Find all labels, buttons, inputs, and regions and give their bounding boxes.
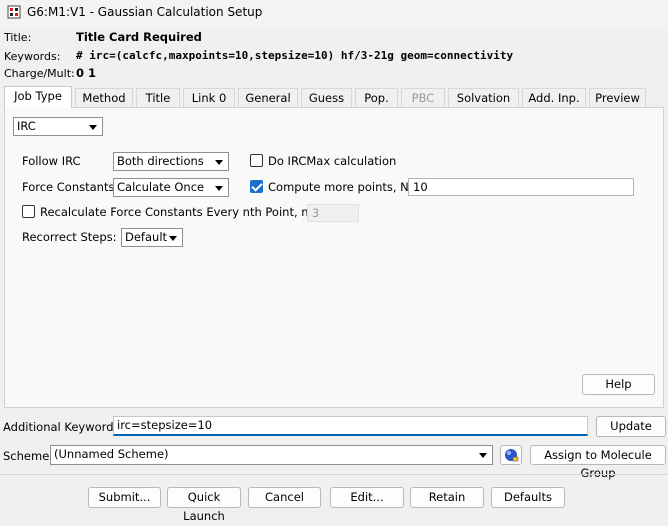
edit-button[interactable]: Edit... (330, 487, 404, 508)
tab-pop[interactable]: Pop. (355, 88, 398, 107)
charge-mult-value[interactable]: 0 1 (76, 66, 96, 80)
tab-preview[interactable]: Preview (589, 88, 646, 107)
ircmax-label: Do IRCMax calculation (268, 154, 397, 168)
recorrect-steps-select[interactable]: Default (121, 228, 183, 247)
title-value[interactable]: Title Card Required (76, 30, 202, 44)
force-constants-label: Force Constants (22, 180, 115, 194)
tab-method[interactable]: Method (75, 88, 133, 107)
follow-irc-select[interactable]: Both directions (113, 152, 229, 171)
force-constants-value: Calculate Once (117, 180, 205, 194)
chevron-down-icon (89, 125, 97, 130)
tab-general[interactable]: General (238, 88, 298, 107)
compute-more-points-label: Compute more points, N= (268, 180, 419, 194)
window-title: G6:M1:V1 - Gaussian Calculation Setup (27, 5, 263, 19)
recalculate-n-input: 3 (307, 204, 359, 222)
update-button[interactable]: Update (596, 416, 666, 437)
keywords-label: Keywords: (4, 50, 61, 63)
recalculate-checkbox[interactable] (22, 205, 35, 218)
chevron-down-icon (215, 160, 223, 165)
tab-link0[interactable]: Link 0 (183, 88, 235, 107)
tab-add-inp[interactable]: Add. Inp. (522, 88, 586, 107)
tab-job-type[interactable]: Job Type (4, 86, 72, 108)
recorrect-steps-value: Default (125, 230, 168, 244)
ircmax-checkbox[interactable] (250, 154, 263, 167)
tab-solvation[interactable]: Solvation (448, 88, 519, 107)
assign-molecule-group-button[interactable]: Assign to Molecule Group (530, 445, 666, 480)
follow-irc-label: Follow IRC (22, 154, 81, 168)
defaults-button[interactable]: Defaults (491, 487, 565, 508)
scheme-value: (Unnamed Scheme) (54, 447, 169, 461)
tab-bar: Job Type Method Title Link 0 General Gue… (4, 86, 664, 108)
quick-launch-button[interactable]: Quick Launch (167, 487, 241, 523)
scheme-label: Scheme: (3, 449, 54, 463)
additional-keywords-input[interactable]: irc=stepsize=10 (113, 416, 588, 436)
title-bar: G6:M1:V1 - Gaussian Calculation Setup (0, 0, 668, 26)
force-constants-select[interactable]: Calculate Once (113, 178, 229, 197)
chevron-down-icon (479, 453, 487, 458)
submit-button[interactable]: Submit... (88, 487, 161, 508)
globe-icon (505, 449, 519, 462)
compute-more-points-checkbox[interactable] (250, 180, 263, 193)
tab-guess[interactable]: Guess (301, 88, 352, 107)
gaussview-app-icon (7, 5, 21, 19)
chevron-down-icon (215, 186, 223, 191)
scheme-manager-button[interactable] (500, 445, 522, 465)
job-type-select[interactable]: IRC (13, 117, 103, 136)
charge-mult-label: Charge/Mult: (4, 67, 75, 80)
keywords-value[interactable]: # irc=(calcfc,maxpoints=10,stepsize=10) … (76, 49, 513, 62)
title-label: Title: (4, 31, 32, 44)
recalculate-label: Recalculate Force Constants Every nth Po… (40, 205, 322, 219)
tab-title[interactable]: Title (136, 88, 180, 107)
help-button[interactable]: Help (582, 374, 655, 395)
follow-irc-value: Both directions (117, 154, 204, 168)
tab-pbc: PBC (401, 88, 445, 107)
compute-more-points-input[interactable]: 10 (408, 178, 634, 196)
job-type-panel: IRC Follow IRC Both directions Do IRCMax… (4, 107, 664, 408)
scheme-select[interactable]: (Unnamed Scheme) (50, 445, 493, 465)
additional-keywords-label: Additional Keywords: (3, 420, 124, 434)
footer-divider (0, 474, 668, 475)
cancel-button[interactable]: Cancel (248, 487, 321, 508)
recorrect-steps-label: Recorrect Steps: (22, 230, 117, 244)
job-type-value: IRC (17, 119, 36, 133)
chevron-down-icon (169, 236, 177, 241)
retain-button[interactable]: Retain (410, 487, 484, 508)
